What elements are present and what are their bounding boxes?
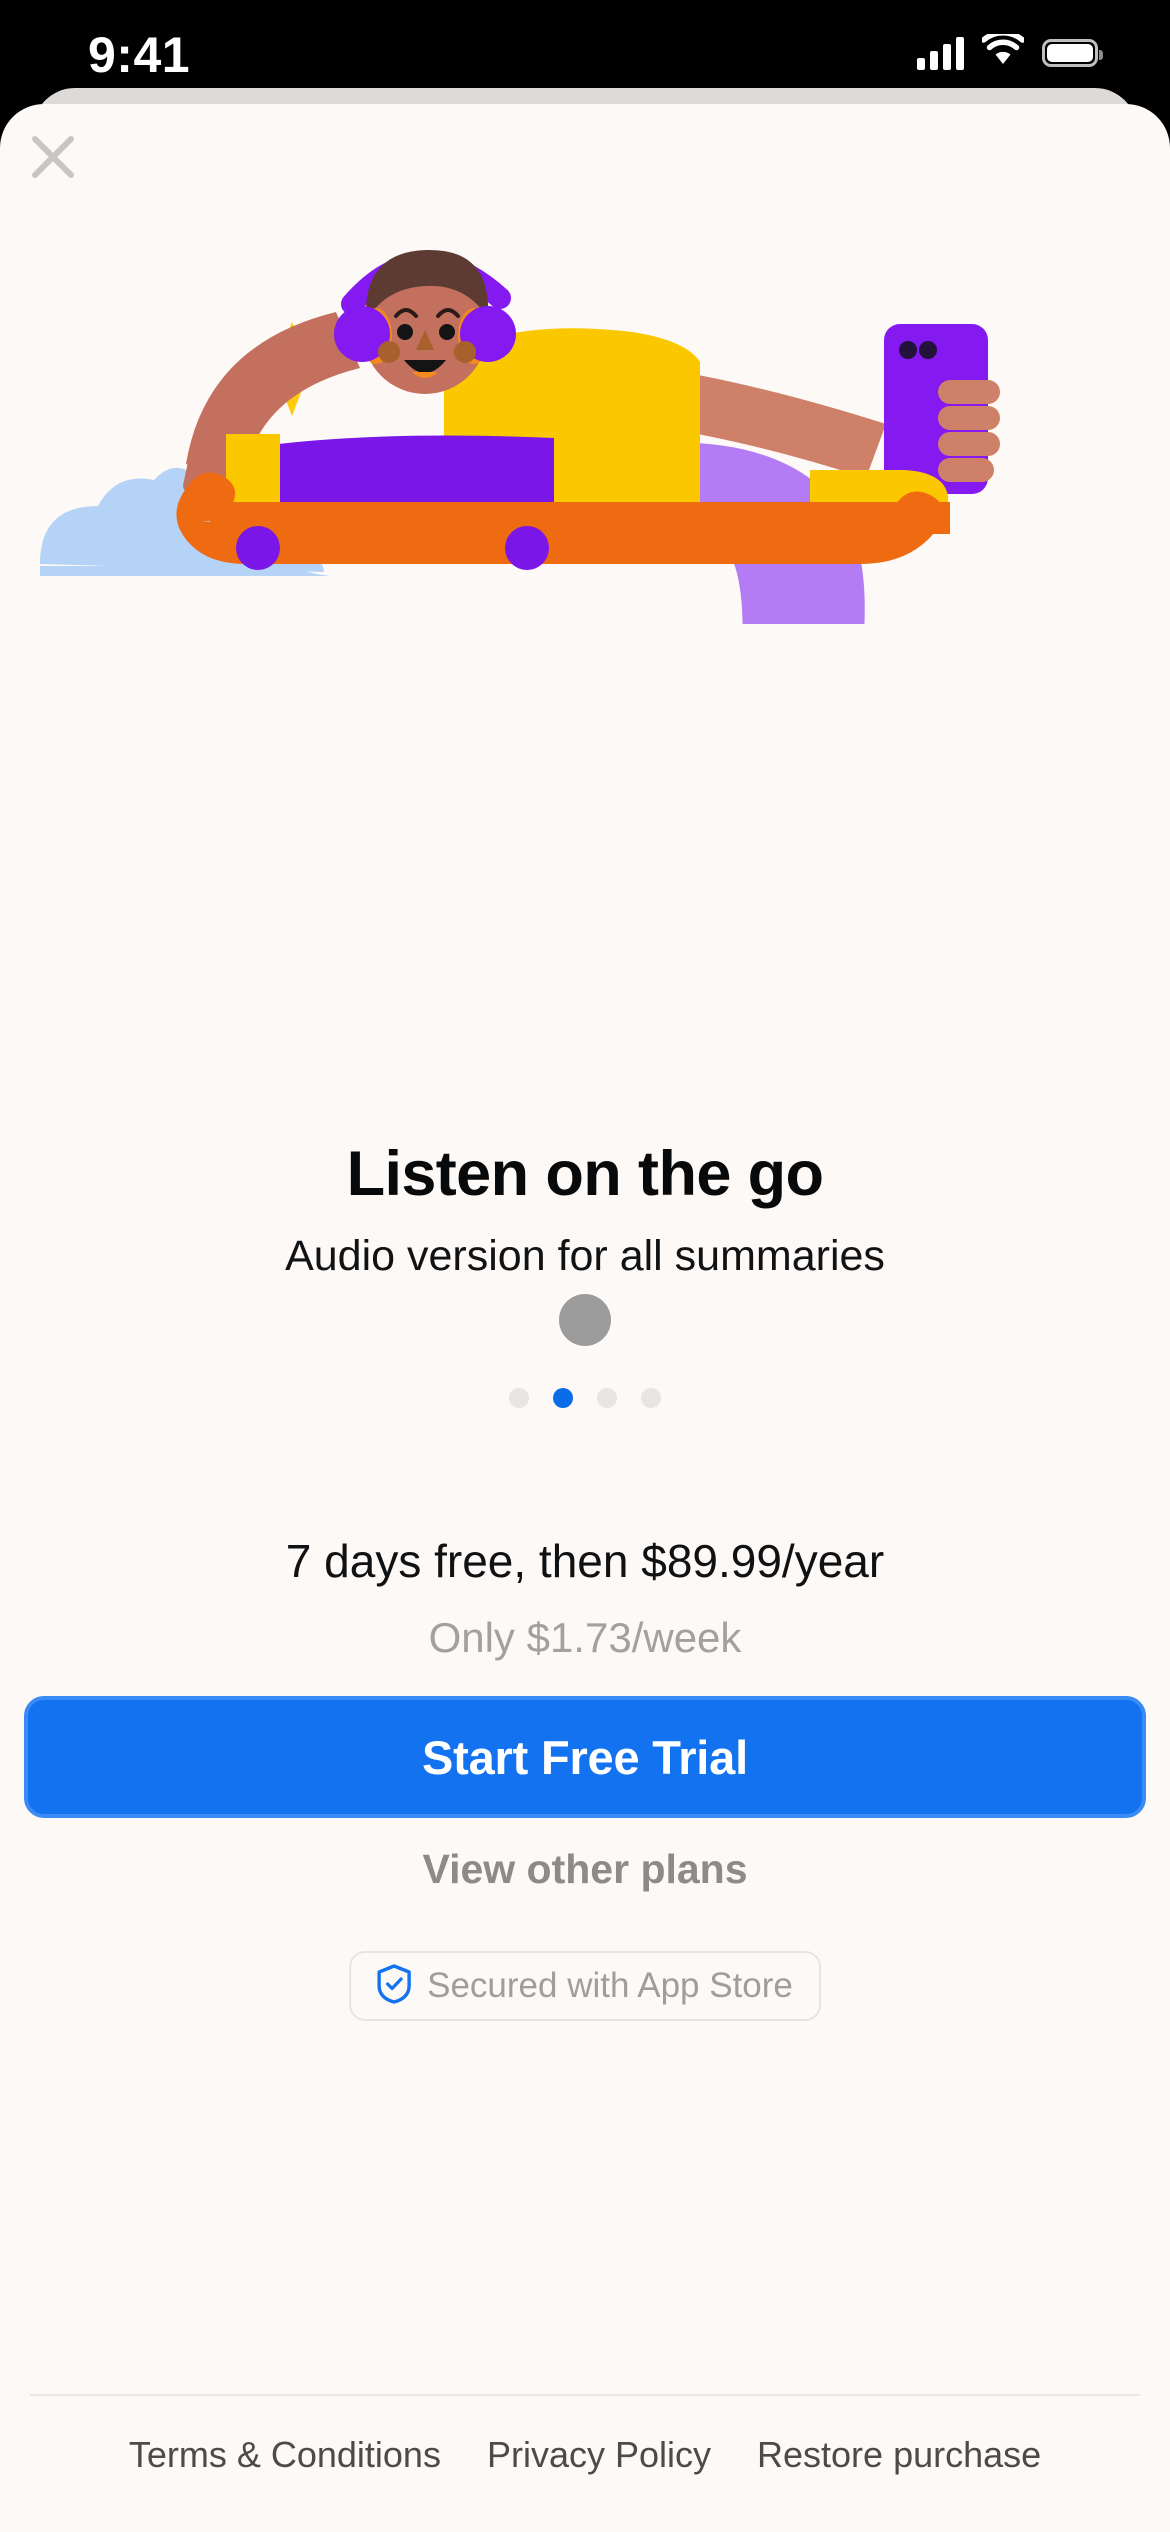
- loading-dot: [559, 1294, 611, 1346]
- start-free-trial-label: Start Free Trial: [422, 1730, 748, 1784]
- footer-links: Terms & Conditions Privacy Policy Restor…: [0, 2434, 1170, 2476]
- page-title: Listen on the go: [346, 1139, 824, 1209]
- wifi-icon: [980, 30, 1026, 71]
- cellular-signal-icon: [917, 36, 964, 70]
- battery-icon: [1042, 38, 1103, 67]
- person-skateboarding-with-headphones-illustration: [0, 144, 1170, 686]
- status-badge-label: Secured with App Store: [427, 1966, 793, 2005]
- restore-purchase-link[interactable]: Restore purchase: [757, 2434, 1041, 2476]
- pager-dot-4[interactable]: [641, 1388, 661, 1408]
- status-bar-indicators: [917, 30, 1103, 71]
- page-subtitle: Audio version for all summaries: [285, 1232, 885, 1280]
- status-badge: Secured with App Store: [349, 1951, 821, 2021]
- pager-dot-1[interactable]: [509, 1388, 529, 1408]
- shield-check-icon: [377, 1963, 411, 2009]
- price-primary-text: 7 days free, then $89.99/year: [285, 1535, 885, 1587]
- carousel-pager[interactable]: [0, 1388, 1170, 1408]
- paywall-sheet: Listen on the go Audio version for all s…: [0, 104, 1170, 2532]
- skateboard-wheel-right: [505, 526, 549, 570]
- privacy-policy-link[interactable]: Privacy Policy: [487, 2434, 711, 2476]
- status-bar-time: 9:41: [88, 27, 191, 83]
- terms-and-conditions-link[interactable]: Terms & Conditions: [129, 2434, 441, 2476]
- pager-dot-2[interactable]: [553, 1388, 573, 1408]
- view-other-plans-link[interactable]: View other plans: [0, 1846, 1170, 1893]
- start-free-trial-button[interactable]: Start Free Trial: [24, 1696, 1146, 1818]
- skateboard-wheel-left: [236, 526, 280, 570]
- price-secondary-text: Only $1.73/week: [428, 1614, 742, 1661]
- pager-dot-3[interactable]: [597, 1388, 617, 1408]
- footer-divider: [30, 2394, 1140, 2396]
